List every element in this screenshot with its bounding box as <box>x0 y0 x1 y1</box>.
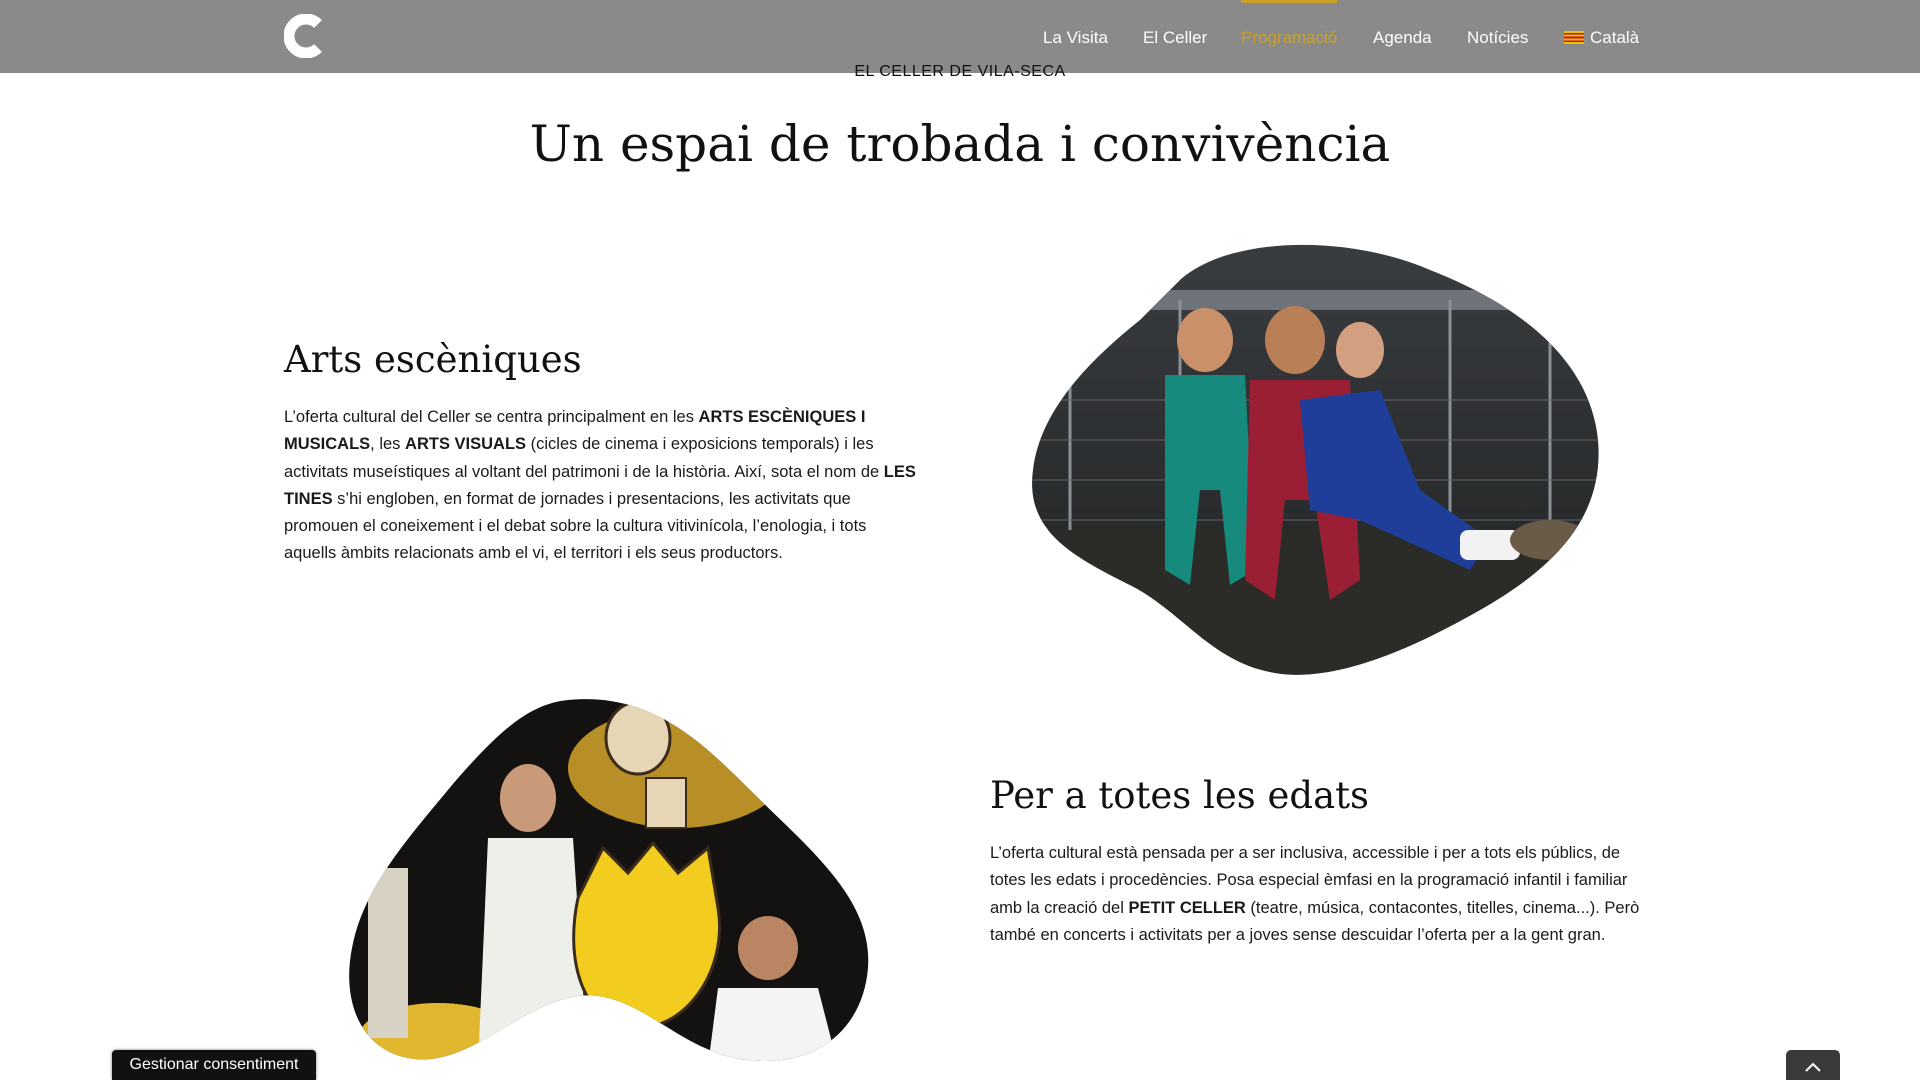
emphasis-text: PETIT CELLER <box>1128 898 1246 917</box>
section-text-arts-esceniques: L’oferta cultural del Celler se centra p… <box>284 404 920 568</box>
chevron-up-icon <box>1805 1062 1821 1072</box>
manage-consent-button[interactable]: Gestionar consentiment <box>112 1050 316 1080</box>
section-title-arts-esceniques: Arts escèniques <box>284 338 582 381</box>
section-title-per-a-totes-les-edats: Per a totes les edats <box>990 774 1370 817</box>
page-title: Un espai de trobada i convivència <box>529 115 1391 173</box>
body-text: L’oferta cultural del Celler se centra p… <box>284 408 699 426</box>
emphasis-text: ARTS VISUALS <box>405 435 527 454</box>
puppet-theatre-photo <box>349 699 869 1062</box>
celler-c-logo[interactable] <box>284 14 324 58</box>
language-label: Català <box>1590 28 1640 47</box>
performers-tracksuits-photo <box>1032 244 1599 675</box>
catalan-flag-icon <box>1564 31 1584 44</box>
scroll-to-top-button[interactable] <box>1786 1050 1840 1080</box>
body-text: s’hi engloben, en format de jornades i p… <box>284 489 867 563</box>
page-kicker: EL CELLER DE VILA-SECA <box>854 63 1066 80</box>
section-text-per-a-totes-les-edats: L’oferta cultural està pensada per a ser… <box>990 840 1640 949</box>
body-text: , les <box>370 435 406 454</box>
